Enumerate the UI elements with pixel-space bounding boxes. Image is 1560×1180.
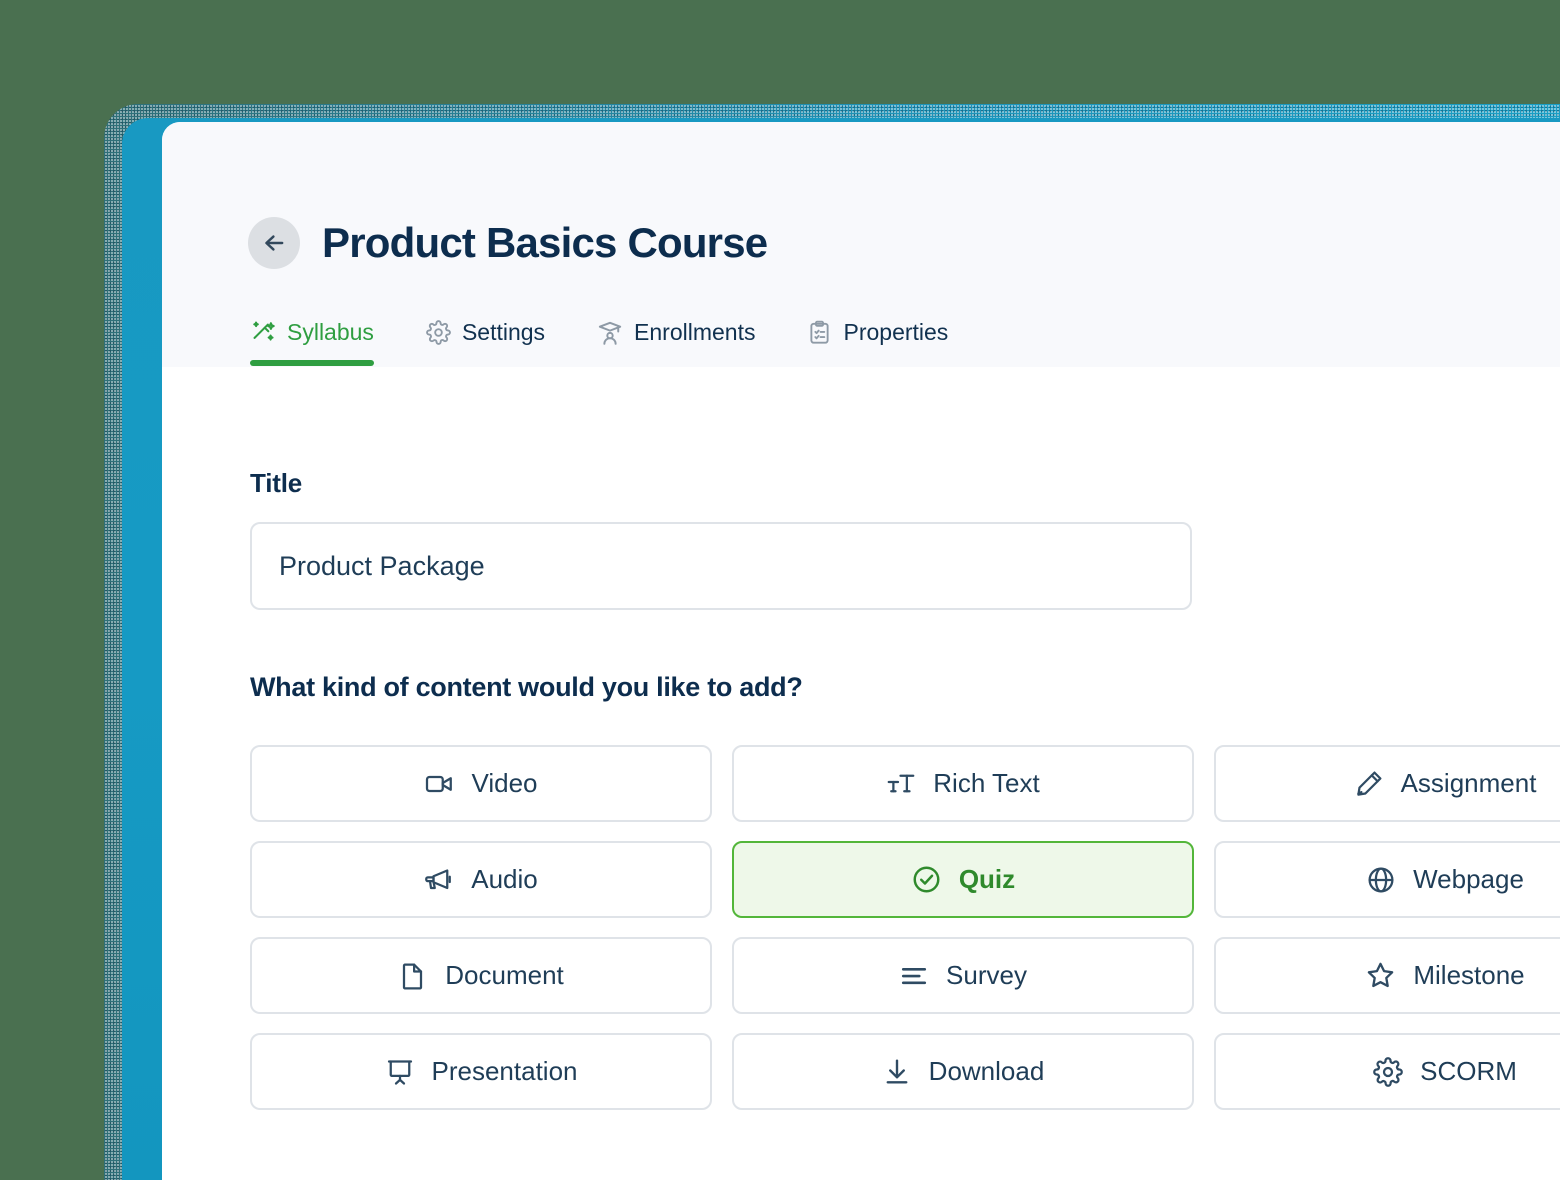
check-circle-icon <box>911 864 942 895</box>
pencil-icon <box>1354 769 1384 799</box>
arrow-left-icon <box>260 229 288 257</box>
tab-enrollments[interactable]: Enrollments <box>571 319 781 366</box>
content-type-label: SCORM <box>1420 1056 1517 1087</box>
presentation-icon <box>385 1057 415 1087</box>
gear-icon <box>1373 1057 1403 1087</box>
content-type-grid: Video Rich Text <box>250 745 1560 1110</box>
tab-label: Settings <box>462 319 545 346</box>
title-input[interactable] <box>250 522 1192 610</box>
tab-label: Enrollments <box>634 319 755 346</box>
content-type-download[interactable]: Download <box>732 1033 1194 1110</box>
content-type-label: Milestone <box>1413 960 1524 991</box>
content-type-webpage[interactable]: Webpage <box>1214 841 1560 918</box>
text-format-icon <box>886 769 916 799</box>
content-type-label: Quiz <box>959 864 1015 895</box>
gear-icon <box>426 320 451 345</box>
back-button[interactable] <box>248 217 300 269</box>
tab-settings[interactable]: Settings <box>400 319 571 366</box>
tab-bar: Syllabus Settings <box>250 319 974 366</box>
megaphone-icon <box>424 865 454 895</box>
content-type-label: Download <box>929 1056 1045 1087</box>
file-icon <box>398 961 428 991</box>
content-type-presentation[interactable]: Presentation <box>250 1033 712 1110</box>
list-lines-icon <box>899 961 929 991</box>
content-type-label: Presentation <box>432 1056 578 1087</box>
content-type-label: Webpage <box>1413 864 1524 895</box>
tab-properties[interactable]: Properties <box>781 319 974 366</box>
page-title: Product Basics Course <box>322 219 767 267</box>
content-type-video[interactable]: Video <box>250 745 712 822</box>
tab-syllabus[interactable]: Syllabus <box>250 319 400 366</box>
page-header: Product Basics Course Syllabus <box>162 122 1560 367</box>
content-type-rich-text[interactable]: Rich Text <box>732 745 1194 822</box>
content-type-label: Audio <box>471 864 538 895</box>
content-type-label: Rich Text <box>933 768 1039 799</box>
globe-icon <box>1366 865 1396 895</box>
graduation-cap-icon <box>597 320 623 346</box>
magic-wand-icon <box>250 320 276 346</box>
clipboard-list-icon <box>807 320 832 345</box>
content-type-label: Survey <box>946 960 1027 991</box>
star-icon <box>1365 960 1396 991</box>
content-type-audio[interactable]: Audio <box>250 841 712 918</box>
content-type-quiz[interactable]: Quiz <box>732 841 1194 918</box>
content-type-document[interactable]: Document <box>250 937 712 1014</box>
tab-label: Properties <box>843 319 948 346</box>
content-type-label: Assignment <box>1401 768 1537 799</box>
content-type-assignment[interactable]: Assignment <box>1214 745 1560 822</box>
header-title-row: Product Basics Course <box>248 217 767 269</box>
content-type-question: What kind of content would you like to a… <box>250 672 1560 703</box>
video-camera-icon <box>424 769 454 799</box>
download-icon <box>882 1057 912 1087</box>
content-type-label: Document <box>445 960 564 991</box>
content-type-label: Video <box>471 768 537 799</box>
main-content: Title What kind of content would you lik… <box>162 367 1560 1110</box>
content-type-milestone[interactable]: Milestone <box>1214 937 1560 1014</box>
content-type-scorm[interactable]: SCORM <box>1214 1033 1560 1110</box>
title-field-label: Title <box>250 468 1560 499</box>
tab-label: Syllabus <box>287 319 374 346</box>
content-type-survey[interactable]: Survey <box>732 937 1194 1014</box>
app-window: Product Basics Course Syllabus <box>162 122 1560 1180</box>
